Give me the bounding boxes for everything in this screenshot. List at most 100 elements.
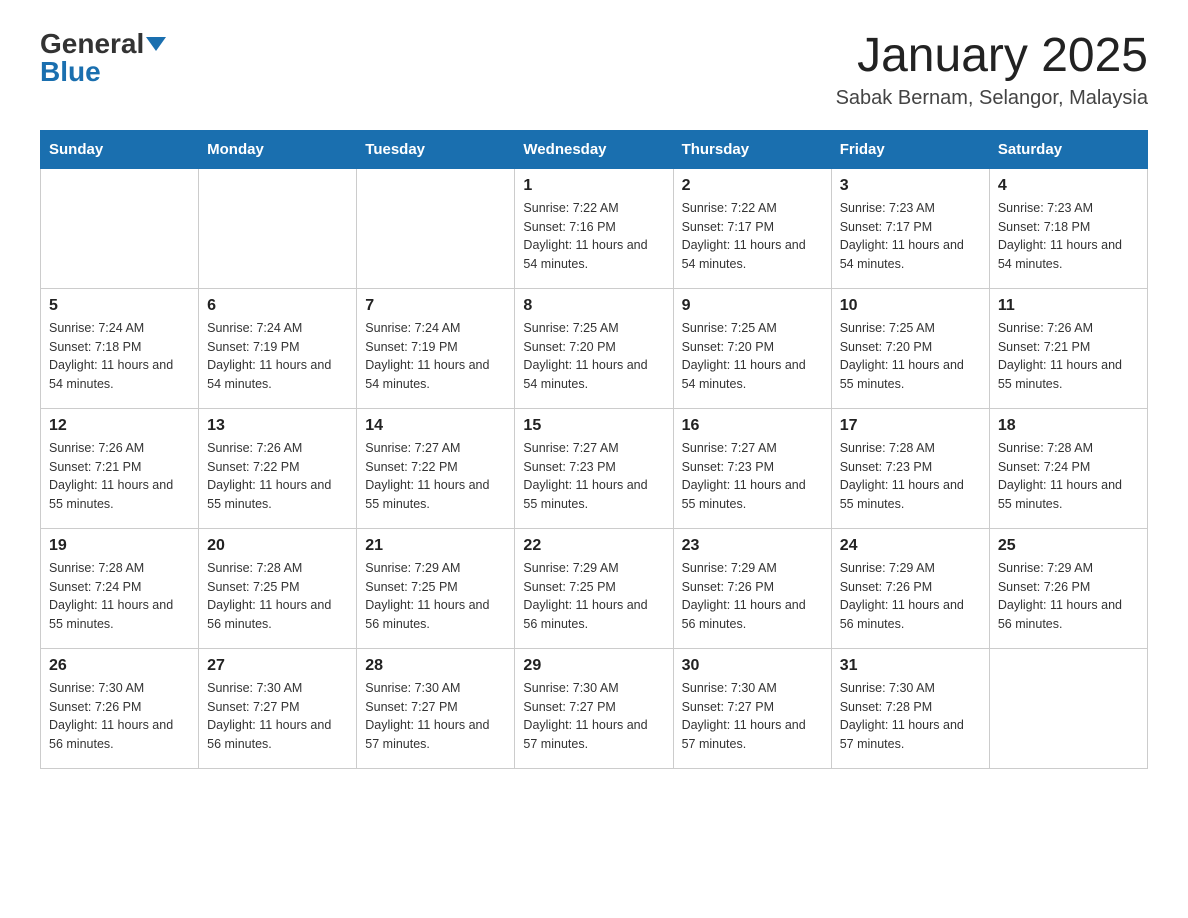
day-info: Sunrise: 7:30 AM Sunset: 7:27 PM Dayligh…	[365, 679, 506, 754]
calendar-cell	[199, 168, 357, 288]
day-number: 16	[682, 417, 823, 435]
weekday-header-monday: Monday	[199, 130, 357, 168]
weekday-header-tuesday: Tuesday	[357, 130, 515, 168]
day-info: Sunrise: 7:24 AM Sunset: 7:18 PM Dayligh…	[49, 319, 190, 394]
calendar-cell: 10 Sunrise: 7:25 AM Sunset: 7:20 PM Dayli…	[831, 288, 989, 408]
calendar-cell	[357, 168, 515, 288]
day-number: 4	[998, 177, 1139, 195]
day-number: 10	[840, 297, 981, 315]
logo: General Blue	[40, 30, 166, 86]
calendar-cell: 21Sunrise: 7:29 AM Sunset: 7:25 PM Dayli…	[357, 528, 515, 648]
day-number: 30	[682, 657, 823, 675]
day-number: 15	[523, 417, 664, 435]
calendar-cell	[41, 168, 199, 288]
calendar-cell: 16 Sunrise: 7:27 AM Sunset: 7:23 PM Dayli…	[673, 408, 831, 528]
calendar-cell: 4 Sunrise: 7:23 AM Sunset: 7:18 PM Daylig…	[989, 168, 1147, 288]
day-number: 3	[840, 177, 981, 195]
day-number: 1	[523, 177, 664, 195]
day-info: Sunrise: 7:26 AM Sunset: 7:22 PM Dayligh…	[207, 439, 348, 514]
calendar-cell: 7 Sunrise: 7:24 AM Sunset: 7:19 PM Daylig…	[357, 288, 515, 408]
calendar-cell: 8 Sunrise: 7:25 AM Sunset: 7:20 PM Daylig…	[515, 288, 673, 408]
day-info: Sunrise: 7:24 AM Sunset: 7:19 PM Dayligh…	[365, 319, 506, 394]
day-number: 27	[207, 657, 348, 675]
day-info: Sunrise: 7:25 AM Sunset: 7:20 PM Dayligh…	[840, 319, 981, 394]
weekday-header-row: SundayMondayTuesdayWednesdayThursdayFrid…	[41, 130, 1148, 168]
logo-triangle-icon	[146, 37, 166, 51]
calendar-cell: 26Sunrise: 7:30 AM Sunset: 7:26 PM Dayli…	[41, 648, 199, 768]
day-info: Sunrise: 7:30 AM Sunset: 7:27 PM Dayligh…	[523, 679, 664, 754]
day-info: Sunrise: 7:30 AM Sunset: 7:26 PM Dayligh…	[49, 679, 190, 754]
day-number: 12	[49, 417, 190, 435]
day-number: 7	[365, 297, 506, 315]
calendar-cell: 13 Sunrise: 7:26 AM Sunset: 7:22 PM Dayli…	[199, 408, 357, 528]
day-info: Sunrise: 7:25 AM Sunset: 7:20 PM Dayligh…	[682, 319, 823, 394]
calendar-cell: 30Sunrise: 7:30 AM Sunset: 7:27 PM Dayli…	[673, 648, 831, 768]
logo-general-line: General	[40, 30, 166, 58]
day-info: Sunrise: 7:23 AM Sunset: 7:17 PM Dayligh…	[840, 199, 981, 274]
day-info: Sunrise: 7:30 AM Sunset: 7:28 PM Dayligh…	[840, 679, 981, 754]
day-info: Sunrise: 7:29 AM Sunset: 7:26 PM Dayligh…	[998, 559, 1139, 634]
calendar-cell: 27 Sunrise: 7:30 AM Sunset: 7:27 PM Dayli…	[199, 648, 357, 768]
day-info: Sunrise: 7:25 AM Sunset: 7:20 PM Dayligh…	[523, 319, 664, 394]
calendar-week-row: 1 Sunrise: 7:22 AM Sunset: 7:16 PM Daylig…	[41, 168, 1148, 288]
calendar-week-row: 19 Sunrise: 7:28 AM Sunset: 7:24 PM Dayli…	[41, 528, 1148, 648]
calendar-week-row: 26Sunrise: 7:30 AM Sunset: 7:26 PM Dayli…	[41, 648, 1148, 768]
day-number: 19	[49, 537, 190, 555]
day-info: Sunrise: 7:28 AM Sunset: 7:24 PM Dayligh…	[998, 439, 1139, 514]
calendar-cell: 22 Sunrise: 7:29 AM Sunset: 7:25 PM Dayli…	[515, 528, 673, 648]
day-number: 24	[840, 537, 981, 555]
calendar-table: SundayMondayTuesdayWednesdayThursdayFrid…	[40, 130, 1148, 769]
calendar-cell: 3 Sunrise: 7:23 AM Sunset: 7:17 PM Daylig…	[831, 168, 989, 288]
day-info: Sunrise: 7:30 AM Sunset: 7:27 PM Dayligh…	[207, 679, 348, 754]
calendar-week-row: 12Sunrise: 7:26 AM Sunset: 7:21 PM Dayli…	[41, 408, 1148, 528]
weekday-header-thursday: Thursday	[673, 130, 831, 168]
calendar-cell: 14 Sunrise: 7:27 AM Sunset: 7:22 PM Dayli…	[357, 408, 515, 528]
day-number: 8	[523, 297, 664, 315]
calendar-cell: 17 Sunrise: 7:28 AM Sunset: 7:23 PM Dayli…	[831, 408, 989, 528]
day-number: 14	[365, 417, 506, 435]
logo-general-text: General	[40, 30, 144, 58]
day-info: Sunrise: 7:22 AM Sunset: 7:16 PM Dayligh…	[523, 199, 664, 274]
day-info: Sunrise: 7:26 AM Sunset: 7:21 PM Dayligh…	[998, 319, 1139, 394]
weekday-header-friday: Friday	[831, 130, 989, 168]
weekday-header-wednesday: Wednesday	[515, 130, 673, 168]
location-title: Sabak Bernam, Selangor, Malaysia	[836, 87, 1148, 110]
day-number: 13	[207, 417, 348, 435]
calendar-cell: 12Sunrise: 7:26 AM Sunset: 7:21 PM Dayli…	[41, 408, 199, 528]
calendar-cell: 20 Sunrise: 7:28 AM Sunset: 7:25 PM Dayli…	[199, 528, 357, 648]
day-number: 9	[682, 297, 823, 315]
calendar-cell: 18 Sunrise: 7:28 AM Sunset: 7:24 PM Dayli…	[989, 408, 1147, 528]
calendar-cell: 5 Sunrise: 7:24 AM Sunset: 7:18 PM Daylig…	[41, 288, 199, 408]
day-info: Sunrise: 7:29 AM Sunset: 7:26 PM Dayligh…	[840, 559, 981, 634]
calendar-cell: 28 Sunrise: 7:30 AM Sunset: 7:27 PM Dayli…	[357, 648, 515, 768]
day-info: Sunrise: 7:29 AM Sunset: 7:25 PM Dayligh…	[523, 559, 664, 634]
day-info: Sunrise: 7:27 AM Sunset: 7:22 PM Dayligh…	[365, 439, 506, 514]
calendar-cell: 11Sunrise: 7:26 AM Sunset: 7:21 PM Dayli…	[989, 288, 1147, 408]
month-title: January 2025	[836, 30, 1148, 83]
day-info: Sunrise: 7:27 AM Sunset: 7:23 PM Dayligh…	[523, 439, 664, 514]
day-number: 28	[365, 657, 506, 675]
day-number: 23	[682, 537, 823, 555]
calendar-cell: 19 Sunrise: 7:28 AM Sunset: 7:24 PM Dayli…	[41, 528, 199, 648]
day-info: Sunrise: 7:28 AM Sunset: 7:24 PM Dayligh…	[49, 559, 190, 634]
day-info: Sunrise: 7:23 AM Sunset: 7:18 PM Dayligh…	[998, 199, 1139, 274]
day-info: Sunrise: 7:24 AM Sunset: 7:19 PM Dayligh…	[207, 319, 348, 394]
day-number: 17	[840, 417, 981, 435]
day-info: Sunrise: 7:27 AM Sunset: 7:23 PM Dayligh…	[682, 439, 823, 514]
calendar-cell: 31 Sunrise: 7:30 AM Sunset: 7:28 PM Dayli…	[831, 648, 989, 768]
calendar-cell: 24 Sunrise: 7:29 AM Sunset: 7:26 PM Dayli…	[831, 528, 989, 648]
day-number: 5	[49, 297, 190, 315]
calendar-cell: 29Sunrise: 7:30 AM Sunset: 7:27 PM Dayli…	[515, 648, 673, 768]
day-number: 20	[207, 537, 348, 555]
day-info: Sunrise: 7:28 AM Sunset: 7:23 PM Dayligh…	[840, 439, 981, 514]
day-info: Sunrise: 7:28 AM Sunset: 7:25 PM Dayligh…	[207, 559, 348, 634]
day-info: Sunrise: 7:29 AM Sunset: 7:25 PM Dayligh…	[365, 559, 506, 634]
day-number: 22	[523, 537, 664, 555]
logo-blue-text: Blue	[40, 58, 101, 86]
day-number: 18	[998, 417, 1139, 435]
day-info: Sunrise: 7:29 AM Sunset: 7:26 PM Dayligh…	[682, 559, 823, 634]
calendar-cell: 15 Sunrise: 7:27 AM Sunset: 7:23 PM Dayli…	[515, 408, 673, 528]
weekday-header-saturday: Saturday	[989, 130, 1147, 168]
day-number: 31	[840, 657, 981, 675]
calendar-cell	[989, 648, 1147, 768]
